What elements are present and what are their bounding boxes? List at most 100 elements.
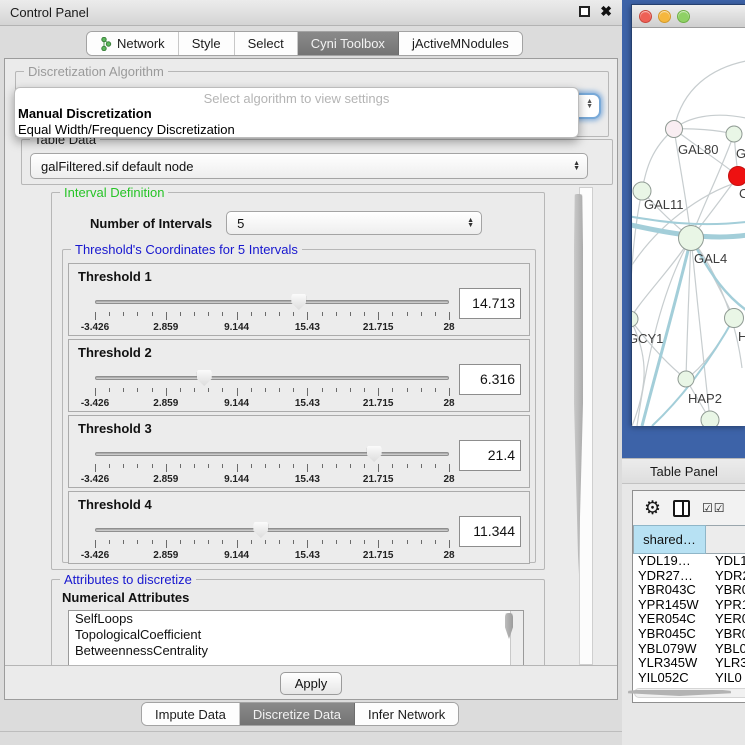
threshold-value-field[interactable]: 21.4 <box>459 440 521 471</box>
table-row[interactable]: YER054CYER0 <box>633 612 745 627</box>
cell-name[interactable]: YDR2 <box>706 569 745 584</box>
cell-shared-name[interactable]: YBR043C <box>633 583 706 598</box>
network-node[interactable] <box>678 371 694 387</box>
tab-impute-data[interactable]: Impute Data <box>142 703 240 725</box>
column-header-shared-name[interactable]: shared… <box>633 525 706 554</box>
algorithm-option-manual[interactable]: Manual Discretization <box>15 106 578 122</box>
attribute-list-item[interactable]: TopologicalCoefficient <box>69 627 523 643</box>
slider-thumb-icon[interactable] <box>367 446 382 462</box>
tick-label: 15.43 <box>295 398 320 409</box>
tab-jactivemnodules[interactable]: jActiveMNodules <box>399 32 522 55</box>
cell-name[interactable]: YER0 <box>706 612 745 627</box>
slider-thumb-icon[interactable] <box>291 294 306 310</box>
table-data-combobox[interactable]: galFiltered.sif default node ▲▼ <box>30 153 588 179</box>
slider-thumb-icon[interactable] <box>197 370 212 386</box>
threshold-value-field[interactable]: 11.344 <box>459 516 521 547</box>
table-row[interactable]: YPR145WYPR1 <box>633 598 745 613</box>
number-of-intervals-combobox[interactable]: 5 ▲▼ <box>226 211 482 235</box>
network-node[interactable] <box>666 121 683 138</box>
cell-name[interactable]: YLR3 <box>706 656 745 671</box>
scrollbar-thumb[interactable] <box>628 690 731 696</box>
tab-discretize-data[interactable]: Discretize Data <box>240 703 355 725</box>
cell-shared-name[interactable]: YER054C <box>633 612 706 627</box>
threshold-value-field[interactable]: 14.713 <box>459 288 521 319</box>
threshold-value-field[interactable]: 6.316 <box>459 364 521 395</box>
table-row[interactable]: YBR045CYBR0 <box>633 627 745 642</box>
close-traffic-icon[interactable] <box>639 10 652 23</box>
tick-mark <box>407 388 408 392</box>
numerical-attributes-list[interactable]: SelfLoopsTopologicalCoefficientBetweenne… <box>68 610 524 665</box>
cell-shared-name[interactable]: YBL079W <box>633 642 706 657</box>
network-edge[interactable] <box>652 318 734 426</box>
algorithm-option-equal-width[interactable]: Equal Width/Frequency Discretization <box>15 122 578 138</box>
network-node[interactable] <box>726 126 742 142</box>
network-edge[interactable] <box>674 61 745 129</box>
select-columns-checkboxes-icon[interactable]: ☑☑ <box>702 501 726 515</box>
cell-name[interactable]: YBR0 <box>706 627 745 642</box>
cell-shared-name[interactable]: YIL052C <box>633 671 706 685</box>
attribute-list-item[interactable]: SelfLoops <box>69 611 523 627</box>
network-canvas[interactable]: GAL80GACGAL11GAL4GCY1HHAP2 <box>632 28 745 426</box>
settings-scrollbar[interactable] <box>579 187 593 665</box>
tick-mark <box>279 312 280 316</box>
network-node[interactable] <box>701 411 719 426</box>
column-header-name[interactable]: na <box>706 525 745 554</box>
tab-infer-network[interactable]: Infer Network <box>355 703 458 725</box>
network-node[interactable] <box>632 311 638 327</box>
threshold-slider[interactable]: -3.4262.8599.14415.4321.71528 <box>95 292 449 334</box>
table-horizontal-scrollbar[interactable] <box>634 688 745 698</box>
cell-shared-name[interactable]: YPR145W <box>633 598 706 613</box>
minimize-traffic-icon[interactable] <box>658 10 671 23</box>
cell-shared-name[interactable]: YLR345W <box>633 656 706 671</box>
cell-name[interactable]: YPR1 <box>706 598 745 613</box>
tick-label: 9.144 <box>224 550 249 561</box>
slider-track[interactable] <box>95 300 449 304</box>
float-window-icon[interactable] <box>579 6 590 17</box>
tab-style[interactable]: Style <box>179 32 235 55</box>
slider-track[interactable] <box>95 452 449 456</box>
table-row[interactable]: YDR27…YDR2 <box>633 569 745 584</box>
tab-select[interactable]: Select <box>235 32 298 55</box>
cell-shared-name[interactable]: YDL19… <box>633 554 706 569</box>
slider-track[interactable] <box>95 376 449 380</box>
cell-name[interactable]: YDL1 <box>706 554 745 569</box>
attributes-list-scrollbar[interactable] <box>510 611 523 665</box>
attribute-list-item[interactable]: BetweennessCentrality <box>69 643 523 659</box>
tab-network[interactable]: Network <box>87 32 179 55</box>
group-title: Attributes to discretize <box>60 572 196 587</box>
close-icon[interactable]: ✖ <box>600 6 612 17</box>
tick-mark <box>435 464 436 468</box>
network-edge[interactable] <box>632 319 686 379</box>
threshold-slider[interactable]: -3.4262.8599.14415.4321.71528 <box>95 444 449 486</box>
gear-icon[interactable]: ⚙ <box>644 499 661 518</box>
table-row[interactable]: YDL19…YDL1 <box>633 554 745 569</box>
tick-label: -3.426 <box>81 474 109 485</box>
slider-thumb-icon[interactable] <box>253 522 268 538</box>
cell-name[interactable]: YBL0 <box>706 642 745 657</box>
slider-track[interactable] <box>95 528 449 532</box>
cell-name[interactable]: YIL0 <box>706 671 745 685</box>
network-node[interactable] <box>729 167 745 186</box>
table-row[interactable]: YBR043CYBR0 <box>633 583 745 598</box>
threshold-slider[interactable]: -3.4262.8599.14415.4321.71528 <box>95 368 449 410</box>
columns-icon[interactable] <box>673 500 690 517</box>
table-row[interactable]: YIL052CYIL0 <box>633 671 745 685</box>
cell-shared-name[interactable]: YDR27… <box>633 569 706 584</box>
divider <box>0 731 622 732</box>
network-node[interactable] <box>725 309 744 328</box>
table-row[interactable]: YBL079WYBL0 <box>633 642 745 657</box>
cell-name[interactable]: YBR0 <box>706 583 745 598</box>
network-node[interactable] <box>679 226 704 251</box>
network-edge[interactable] <box>674 129 734 134</box>
threshold-slider[interactable]: -3.4262.8599.14415.4321.71528 <box>95 520 449 562</box>
network-edge[interactable] <box>632 191 642 319</box>
network-edge[interactable] <box>642 129 674 191</box>
zoom-traffic-icon[interactable] <box>677 10 690 23</box>
tick-mark <box>293 388 294 392</box>
cell-shared-name[interactable]: YBR045C <box>633 627 706 642</box>
tick-mark <box>194 540 195 544</box>
network-edge[interactable] <box>686 318 734 379</box>
table-row[interactable]: YLR345WYLR3 <box>633 656 745 671</box>
apply-button[interactable]: Apply <box>280 672 343 695</box>
tab-cyni-toolbox[interactable]: Cyni Toolbox <box>298 32 399 55</box>
